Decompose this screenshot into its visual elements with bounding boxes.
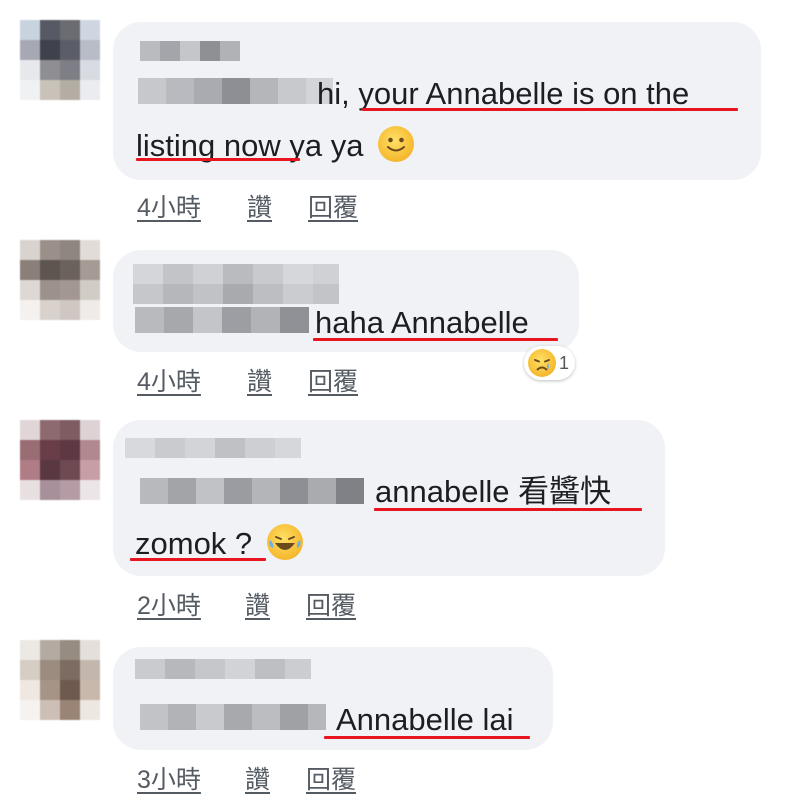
comment-text-line-1: haha Annabelle bbox=[315, 305, 529, 340]
commenter-name-blurred[interactable] bbox=[125, 438, 301, 458]
avatar[interactable] bbox=[20, 20, 100, 100]
reaction-count: 1 bbox=[559, 352, 570, 373]
comment-text-line-1: annabelle 看醬快 bbox=[375, 474, 612, 509]
like-button[interactable]: 讚 bbox=[245, 586, 270, 622]
timestamp-link[interactable]: 3小時 bbox=[137, 760, 201, 796]
highlight-underline bbox=[136, 158, 300, 161]
comment-actions: 4小時 讚 回覆 bbox=[137, 362, 437, 396]
timestamp-link[interactable]: 2小時 bbox=[137, 586, 201, 622]
timestamp-link[interactable]: 4小時 bbox=[137, 362, 201, 398]
commenter-name-blurred[interactable] bbox=[140, 41, 240, 61]
reply-button[interactable]: 回覆 bbox=[308, 362, 358, 398]
comment-text-line-1: Annabelle lai bbox=[336, 702, 514, 737]
comment-bubble: annabelle 看醬快 zomok ? bbox=[113, 420, 665, 576]
avatar[interactable] bbox=[20, 240, 100, 320]
commenter-name-blurred[interactable] bbox=[133, 284, 339, 304]
reply-button[interactable]: 回覆 bbox=[306, 760, 356, 796]
laughing-tears-face-icon bbox=[266, 524, 303, 560]
sad-tear-face-icon bbox=[528, 349, 556, 377]
like-button[interactable]: 讚 bbox=[247, 362, 272, 398]
highlight-underline bbox=[374, 508, 642, 511]
comment-bubble: Annabelle lai bbox=[113, 647, 553, 750]
comment-actions: 2小時 讚 回覆 bbox=[137, 586, 437, 620]
comment-bubble: hi, your Annabelle is on the listing now… bbox=[113, 22, 761, 180]
commenter-name-blurred[interactable] bbox=[133, 264, 339, 284]
highlight-underline bbox=[362, 108, 738, 111]
comment-bubble: haha Annabelle bbox=[113, 250, 579, 352]
comment-text-line-1: hi, your Annabelle is on the bbox=[317, 76, 690, 111]
avatar[interactable] bbox=[20, 640, 100, 720]
comment-actions: 3小時 讚 回覆 bbox=[137, 760, 437, 794]
highlight-underline bbox=[130, 558, 266, 561]
mention-blurred bbox=[140, 704, 326, 730]
comment-text-line-2: zomok ? bbox=[135, 524, 303, 562]
mention-blurred bbox=[140, 478, 364, 504]
reply-button[interactable]: 回覆 bbox=[306, 586, 356, 622]
mention-blurred bbox=[135, 307, 309, 333]
slightly-smiling-face-icon bbox=[378, 126, 415, 162]
like-button[interactable]: 讚 bbox=[245, 760, 270, 796]
reaction-badge[interactable]: 1 bbox=[524, 346, 576, 380]
like-button[interactable]: 讚 bbox=[247, 188, 272, 224]
timestamp-link[interactable]: 4小時 bbox=[137, 188, 201, 224]
reply-button[interactable]: 回覆 bbox=[308, 188, 358, 224]
highlight-underline bbox=[324, 736, 530, 739]
comment-text-suffix: ya bbox=[330, 128, 364, 163]
mention-blurred bbox=[138, 78, 333, 104]
commenter-name-blurred[interactable] bbox=[135, 659, 311, 679]
avatar[interactable] bbox=[20, 420, 100, 500]
comment-actions: 4小時 讚 回覆 bbox=[137, 188, 437, 222]
comment-text: zomok ? bbox=[135, 526, 253, 561]
highlight-underline bbox=[313, 338, 558, 341]
